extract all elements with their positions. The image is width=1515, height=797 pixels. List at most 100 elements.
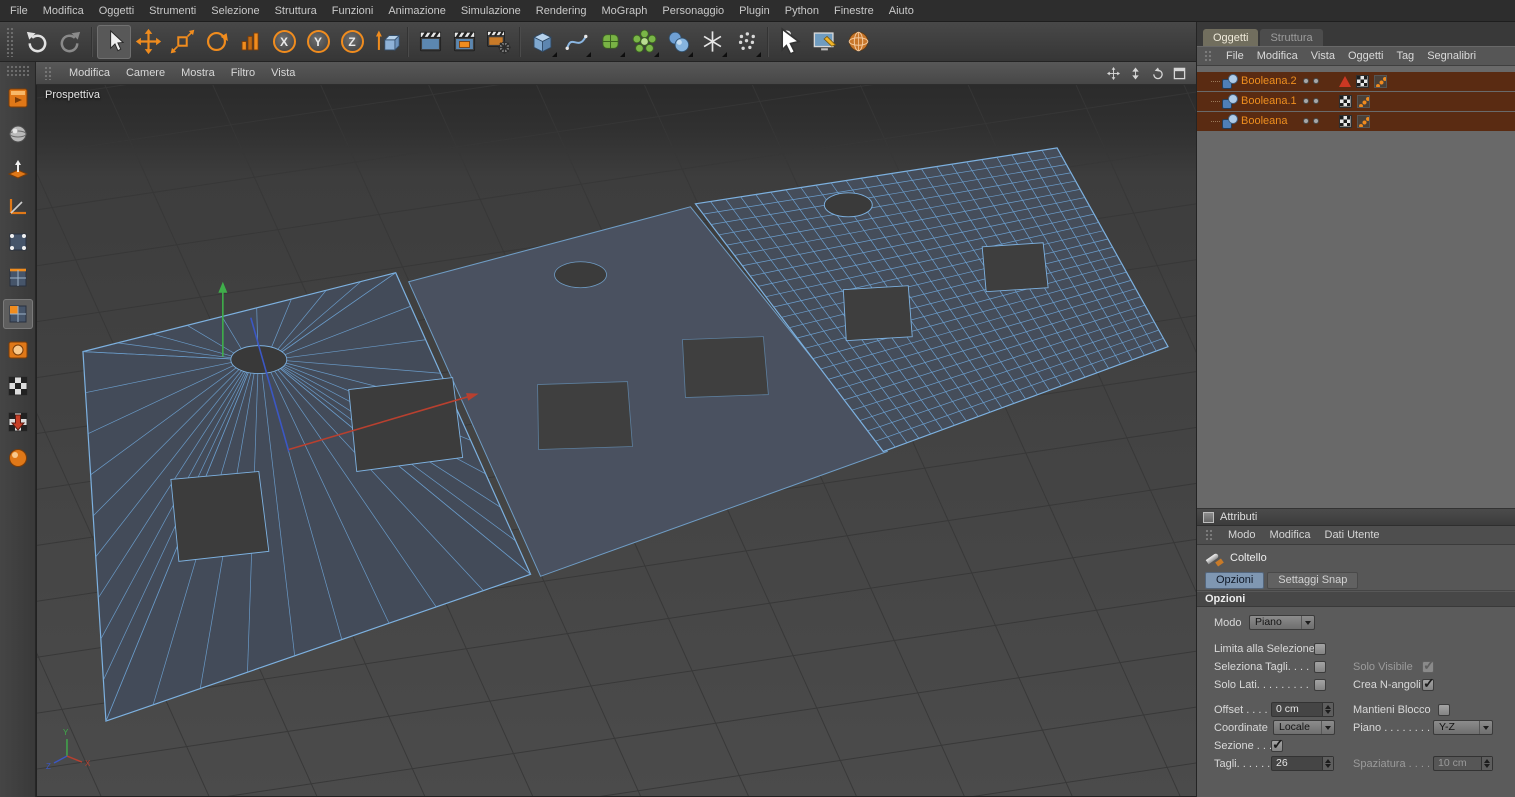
modo-dropdown[interactable]: Piano: [1249, 615, 1315, 630]
spline-icon[interactable]: [559, 25, 593, 59]
metaball-icon[interactable]: [661, 25, 695, 59]
om-menu-segnalibri[interactable]: Segnalibri: [1427, 50, 1476, 62]
zoom-view-icon[interactable]: [1127, 66, 1144, 81]
redo-icon[interactable]: [53, 25, 87, 59]
offset-spinner[interactable]: 0 cm: [1271, 702, 1334, 717]
workplane-icon[interactable]: [3, 191, 33, 221]
texture-axis-icon[interactable]: [3, 155, 33, 185]
vp-menu-vista[interactable]: Vista: [271, 67, 295, 79]
texture-tag-icon[interactable]: [1356, 75, 1369, 88]
menu-struttura[interactable]: Struttura: [275, 5, 317, 17]
attr-menu-modifica[interactable]: Modifica: [1270, 529, 1311, 541]
boolean-object-icon[interactable]: [1222, 114, 1238, 129]
particle-cloud-icon[interactable]: [729, 25, 763, 59]
points-mode-icon[interactable]: [3, 227, 33, 257]
boolean-object-icon[interactable]: [1222, 94, 1238, 109]
menu-aiuto[interactable]: Aiuto: [889, 5, 914, 17]
visibility-toggles[interactable]: [1303, 118, 1323, 124]
seleziona-tagli-checkbox[interactable]: [1314, 661, 1326, 673]
tagli-spinner[interactable]: 26: [1271, 756, 1334, 771]
object-list[interactable]: Booleana.2 Booleana.1 Booleana: [1197, 66, 1515, 508]
object-manager-grip[interactable]: [1204, 50, 1213, 62]
spaziatura-spinner[interactable]: 10 cm: [1433, 756, 1493, 771]
texture-tag-icon[interactable]: [1339, 95, 1352, 108]
menu-animazione[interactable]: Animazione: [388, 5, 445, 17]
undo-icon[interactable]: [19, 25, 53, 59]
camera-label[interactable]: Prospettiva: [45, 89, 100, 101]
limita-alla-selezione-checkbox[interactable]: [1314, 643, 1326, 655]
menu-python[interactable]: Python: [785, 5, 819, 17]
visibility-toggles[interactable]: [1303, 98, 1323, 104]
coordinate-system-icon[interactable]: [369, 25, 403, 59]
render-region-icon[interactable]: [447, 25, 481, 59]
attribute-grip[interactable]: [1205, 529, 1214, 541]
scale-icon[interactable]: [165, 25, 199, 59]
x-axis-button[interactable]: X: [267, 25, 301, 59]
om-menu-tag[interactable]: Tag: [1396, 50, 1414, 62]
menu-simulazione[interactable]: Simulazione: [461, 5, 521, 17]
om-menu-vista[interactable]: Vista: [1311, 50, 1335, 62]
texture-tag-icon[interactable]: [1339, 115, 1352, 128]
make-editable-icon[interactable]: [3, 83, 33, 113]
render-settings-icon[interactable]: [481, 25, 515, 59]
rotate-icon[interactable]: [199, 25, 233, 59]
z-axis-button[interactable]: Z: [335, 25, 369, 59]
checker-texture-icon[interactable]: [3, 371, 33, 401]
mantieni-blocco-checkbox[interactable]: [1438, 704, 1450, 716]
vp-menu-filtro[interactable]: Filtro: [231, 67, 255, 79]
warning-tag-icon[interactable]: [1339, 76, 1351, 87]
sezione-checkbox[interactable]: [1271, 736, 1284, 753]
layout-icon[interactable]: [807, 25, 841, 59]
object-name[interactable]: Booleana: [1241, 112, 1288, 131]
menu-file[interactable]: File: [10, 5, 28, 17]
model-mode-icon[interactable]: [3, 119, 33, 149]
display-tag-icon[interactable]: [1374, 75, 1387, 88]
crea-n-angoli-checkbox[interactable]: [1422, 675, 1435, 692]
display-tag-icon[interactable]: [1357, 95, 1370, 108]
viewport-grip[interactable]: [44, 66, 53, 80]
menu-plugin[interactable]: Plugin: [739, 5, 770, 17]
array-icon[interactable]: [627, 25, 661, 59]
display-tag-icon[interactable]: [1357, 115, 1370, 128]
menu-funzioni[interactable]: Funzioni: [332, 5, 374, 17]
om-menu-file[interactable]: File: [1226, 50, 1244, 62]
move-icon[interactable]: [131, 25, 165, 59]
viewport-canvas[interactable]: Y X Z Prospettiva: [36, 85, 1196, 797]
vp-menu-modifica[interactable]: Modifica: [69, 67, 110, 79]
object-name[interactable]: Booleana.1: [1241, 92, 1297, 111]
menu-mograph[interactable]: MoGraph: [602, 5, 648, 17]
toolbar-grip[interactable]: [6, 26, 15, 57]
particle-icon[interactable]: [695, 25, 729, 59]
render-view-icon[interactable]: [413, 25, 447, 59]
coordinate-dropdown[interactable]: Locale: [1273, 720, 1335, 735]
object-row[interactable]: Booleana.1: [1197, 92, 1515, 111]
y-axis-button[interactable]: Y: [301, 25, 335, 59]
checker-arrow-icon[interactable]: [3, 407, 33, 437]
menu-oggetti[interactable]: Oggetti: [99, 5, 134, 17]
object-name[interactable]: Booleana.2: [1241, 72, 1297, 91]
edges-mode-icon[interactable]: [3, 263, 33, 293]
pan-view-icon[interactable]: [1105, 66, 1122, 81]
tab-oggetti[interactable]: Oggetti: [1203, 29, 1259, 46]
live-selection-icon[interactable]: [97, 24, 131, 59]
subdivision-surface-icon[interactable]: [593, 25, 627, 59]
object-row[interactable]: Booleana: [1197, 112, 1515, 131]
menu-strumenti[interactable]: Strumenti: [149, 5, 196, 17]
om-menu-modifica[interactable]: Modifica: [1257, 50, 1298, 62]
menu-personaggio[interactable]: Personaggio: [662, 5, 724, 17]
menu-modifica[interactable]: Modifica: [43, 5, 84, 17]
help-icon[interactable]: ?: [773, 25, 807, 59]
maximize-view-icon[interactable]: [1171, 66, 1188, 81]
attr-menu-dati-utente[interactable]: Dati Utente: [1325, 529, 1380, 541]
web-icon[interactable]: [841, 25, 875, 59]
cube-primitive-icon[interactable]: [525, 25, 559, 59]
menu-selezione[interactable]: Selezione: [211, 5, 259, 17]
palette-grip[interactable]: [5, 65, 30, 78]
spinner-arrows-icon[interactable]: [1481, 757, 1492, 770]
menu-rendering[interactable]: Rendering: [536, 5, 587, 17]
tab-struttura[interactable]: Struttura: [1260, 29, 1323, 46]
rotate-view-icon[interactable]: [1149, 66, 1166, 81]
om-menu-oggetti[interactable]: Oggetti: [1348, 50, 1383, 62]
polygons-mode-icon[interactable]: [2, 299, 33, 329]
solo-visibile-checkbox[interactable]: [1422, 657, 1435, 674]
